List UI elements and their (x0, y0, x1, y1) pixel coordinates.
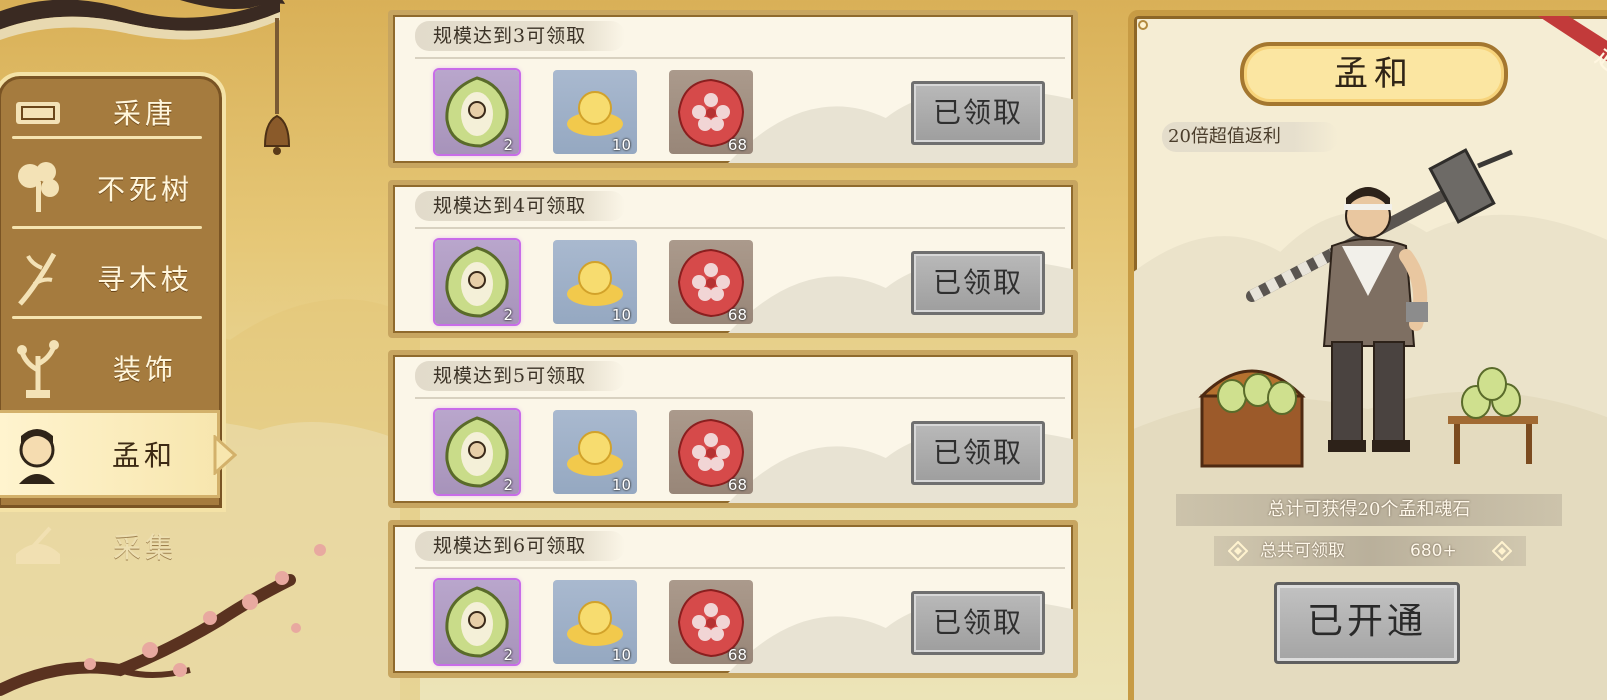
item-quantity: 68 (727, 646, 747, 664)
scroll-icon (16, 102, 60, 124)
claimed-button[interactable]: 已领取 (911, 591, 1045, 655)
row-condition-label: 规模达到6可领取 (415, 531, 625, 561)
claimed-button[interactable]: 已领取 (911, 421, 1045, 485)
item-quantity: 2 (503, 476, 513, 494)
nav-item-menghe[interactable]: 孟和 (0, 410, 237, 498)
character-portrait-icon (19, 429, 55, 484)
nav-item-zhuangshi[interactable]: 装饰 (0, 324, 222, 412)
reward-item-gold[interactable]: 10 (553, 70, 637, 154)
row-divider (415, 397, 1065, 399)
bonsai-tree-icon (18, 162, 59, 212)
activated-button[interactable]: 已开通 (1274, 582, 1460, 664)
row-condition-label: 规模达到3可领取 (415, 21, 625, 51)
reward-item-soul-stone[interactable]: 2 (435, 580, 519, 664)
claimable-value: 680+ (1410, 541, 1457, 561)
nav-item-caiji[interactable]: 采集 (0, 502, 222, 590)
claimable-summary: 总共可领取 680+ (1214, 536, 1526, 566)
reward-item-soul-stone[interactable]: 2 (435, 410, 519, 494)
nav-label-caiji: 采集 (112, 531, 177, 564)
total-reward-text: 总计可获得20个孟和魂石 (1176, 494, 1562, 526)
nav-divider (12, 226, 202, 229)
super-value-ribbon: 超值 (1538, 16, 1607, 102)
diamond-ornament-icon (1228, 541, 1248, 561)
reward-item-red-gem[interactable]: 68 (669, 240, 753, 324)
nav-divider (12, 136, 202, 139)
reward-row: 规模达到5可领取 2 10 68 已领取 (388, 350, 1078, 508)
character-pass-panel: 孟和 超值 20倍超值返利 总计可获得20个孟和魂石 总共可领取 680+ 已开… (1128, 10, 1607, 700)
nav-label-menghe: 孟和 (111, 439, 176, 472)
nav-item-xunmuzhi[interactable]: 寻木枝 (0, 234, 222, 322)
reward-row: 规模达到4可领取 2 10 68 已领取 (388, 180, 1078, 338)
nav-label-xunmuzhi: 寻木枝 (96, 263, 193, 296)
item-quantity: 2 (503, 306, 513, 324)
reward-item-red-gem[interactable]: 68 (669, 580, 753, 664)
branch-icon (18, 252, 57, 306)
corner-ornament (1138, 20, 1148, 30)
ornament-tree-icon (17, 340, 59, 398)
item-quantity: 10 (611, 136, 631, 154)
item-quantity: 10 (611, 476, 631, 494)
gather-icon (16, 526, 60, 564)
nav-label-zhuangshi: 装饰 (112, 353, 177, 386)
nav-label-busishu: 不死树 (96, 173, 193, 206)
reward-item-soul-stone[interactable]: 2 (435, 70, 519, 154)
item-quantity: 68 (727, 136, 747, 154)
claimed-button[interactable]: 已领取 (911, 81, 1045, 145)
reward-row: 规模达到6可领取 2 10 68 已领取 (388, 520, 1078, 678)
row-divider (415, 57, 1065, 59)
item-quantity: 2 (503, 136, 513, 154)
row-condition-label: 规模达到5可领取 (415, 361, 625, 391)
reward-list: 规模达到3可领取 2 10 68 已领取 规模达到4可领取 2 10 68 已领… (388, 0, 1078, 700)
reward-item-red-gem[interactable]: 68 (669, 410, 753, 494)
nav-item-busishu[interactable]: 不死树 (0, 144, 222, 232)
nav-divider (12, 316, 202, 319)
chevron-right-icon (213, 435, 237, 475)
nav-label-caitang: 采唐 (112, 97, 177, 130)
item-quantity: 68 (727, 476, 747, 494)
item-quantity: 68 (727, 306, 747, 324)
diamond-ornament-icon (1492, 541, 1512, 561)
item-quantity: 10 (611, 646, 631, 664)
reward-item-gold[interactable]: 10 (553, 410, 637, 494)
reward-item-soul-stone[interactable]: 2 (435, 240, 519, 324)
sidebar-nav: 采唐 不死树 寻木枝 装饰 孟和 采集 (0, 72, 237, 564)
reward-item-gold[interactable]: 10 (553, 580, 637, 664)
row-condition-label: 规模达到4可领取 (415, 191, 625, 221)
pavilion-roof (0, 0, 285, 40)
nav-item-caitang[interactable]: 采唐 (0, 68, 222, 156)
bell-ornament (263, 18, 291, 155)
item-quantity: 2 (503, 646, 513, 664)
row-divider (415, 567, 1065, 569)
reward-item-red-gem[interactable]: 68 (669, 70, 753, 154)
claimable-label: 总共可领取 (1260, 541, 1345, 561)
claimed-button[interactable]: 已领取 (911, 251, 1045, 315)
character-menghe-illustration (1198, 148, 1538, 468)
item-quantity: 10 (611, 306, 631, 324)
reward-item-gold[interactable]: 10 (553, 240, 637, 324)
panel-title: 孟和 (1240, 42, 1508, 106)
reward-row: 规模达到3可领取 2 10 68 已领取 (388, 10, 1078, 168)
row-divider (415, 227, 1065, 229)
